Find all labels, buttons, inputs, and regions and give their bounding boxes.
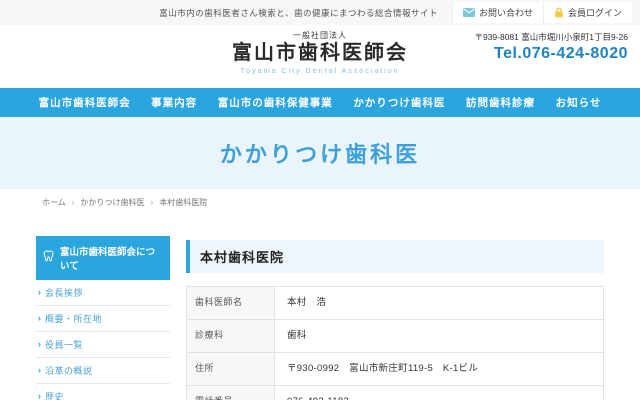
site-header: 一般社団法人 富山市歯科医師会 Toyama City Dental Assoc… xyxy=(0,25,640,88)
table-row: 住所 〒930-0992 富山市新庄町119-5 K-1ビル xyxy=(186,352,604,387)
main-nav: 富山市歯科医師会 事業内容 富山市の歯科保健事業 かかりつけ歯科医 訪問歯科診療… xyxy=(0,88,640,117)
main-panel: 本村歯科医院 歯科医師名 本村 浩 診療科 歯科 住所 〒930-0992 富山… xyxy=(186,236,604,400)
table-row: 電話番号 076-492-1182 xyxy=(186,385,604,400)
table-row: 歯科医師名 本村 浩 xyxy=(186,285,604,321)
chevron-right-icon: › xyxy=(38,287,41,297)
header-phone: Tel.076-424-8020 xyxy=(493,45,628,62)
mail-icon xyxy=(462,8,475,17)
topbar-buttons: お問い合わせ 会員ログイン xyxy=(451,2,632,23)
breadcrumb-separator: › xyxy=(71,198,75,207)
hero-band: かかりつけ歯科医 xyxy=(0,117,640,189)
sidebar: 富山市歯科医師会について › 会長挨拶 › 概要・所在地 › 役員一覧 › 沿革… xyxy=(36,236,170,400)
row-label-phone: 電話番号 xyxy=(186,385,275,400)
nav-item-family-dentist[interactable]: かかりつけ歯科医 xyxy=(353,95,445,110)
org-type: 一般社団法人 xyxy=(293,31,347,40)
breadcrumb: ホーム › かかりつけ歯科医 › 本村歯科医院 xyxy=(0,189,640,208)
breadcrumb-family-dentist[interactable]: かかりつけ歯科医 xyxy=(80,197,144,208)
breadcrumb-separator: › xyxy=(150,198,154,207)
site-tagline: 富山市内の歯科医者さん検索と、歯の健康にまつわる総合情報サイト xyxy=(159,7,438,18)
sidebar-header-label: 富山市歯科医師会について xyxy=(60,247,156,272)
nav-item-visiting-care[interactable]: 訪問歯科診療 xyxy=(466,95,535,110)
breadcrumb-current: 本村歯科医院 xyxy=(159,198,208,207)
breadcrumb-home[interactable]: ホーム xyxy=(42,197,66,208)
nav-item-health-programs[interactable]: 富山市の歯科保健事業 xyxy=(218,95,333,110)
chevron-right-icon: › xyxy=(38,365,41,375)
clinic-name-heading: 本村歯科医院 xyxy=(186,240,604,273)
contact-button[interactable]: お問い合わせ xyxy=(451,2,543,23)
row-label-address: 住所 xyxy=(186,352,275,387)
content-area: 富山市歯科医師会について › 会長挨拶 › 概要・所在地 › 役員一覧 › 沿革… xyxy=(0,236,640,400)
sidebar-item-label: 沿革の概説 xyxy=(45,366,93,376)
nav-item-business[interactable]: 事業内容 xyxy=(151,95,197,110)
row-label-dentist-name: 歯科医師名 xyxy=(186,285,275,321)
clinic-detail-table: 歯科医師名 本村 浩 診療科 歯科 住所 〒930-0992 富山市新庄町119… xyxy=(186,285,604,400)
sidebar-header-about[interactable]: 富山市歯科医師会について xyxy=(36,236,170,280)
row-value-dentist-name: 本村 浩 xyxy=(274,285,604,321)
top-utility-bar: 富山市内の歯科医者さん検索と、歯の健康にまつわる総合情報サイト お問い合わせ 会… xyxy=(0,0,640,25)
sidebar-item-greeting[interactable]: › 会長挨拶 xyxy=(36,280,170,306)
header-contact-info: 〒939-8081 富山市堀川小泉町1丁目9-26 Tel.076-424-80… xyxy=(474,31,628,63)
contact-button-label: お問い合わせ xyxy=(478,8,533,18)
sidebar-item-label: 歴史 xyxy=(45,392,65,400)
lock-icon xyxy=(554,7,564,18)
org-name-english: Toyama City Dental Association xyxy=(240,66,400,75)
row-value-department: 歯科 xyxy=(274,319,604,354)
chevron-right-icon: › xyxy=(38,339,41,349)
row-value-address: 〒930-0992 富山市新庄町119-5 K-1ビル xyxy=(274,352,604,387)
sidebar-item-history-outline[interactable]: › 沿革の概説 xyxy=(36,358,170,384)
chevron-right-icon: › xyxy=(38,313,41,323)
page-title: かかりつけ歯科医 xyxy=(219,142,421,167)
sidebar-item-label: 会長挨拶 xyxy=(45,288,84,298)
org-name: 富山市歯科医師会 xyxy=(232,42,408,64)
sidebar-item-overview-location[interactable]: › 概要・所在地 xyxy=(36,306,170,332)
sidebar-item-label: 概要・所在地 xyxy=(45,314,103,324)
nav-item-news[interactable]: お知らせ xyxy=(556,95,602,110)
header-address: 〒939-8081 富山市堀川小泉町1丁目9-26 xyxy=(474,32,628,42)
member-login-button-label: 会員ログイン xyxy=(567,8,622,18)
sidebar-item-officers[interactable]: › 役員一覧 xyxy=(36,332,170,358)
table-row: 診療科 歯科 xyxy=(186,319,604,354)
sidebar-item-history[interactable]: › 歴史 xyxy=(36,384,170,400)
row-value-phone: 076-492-1182 xyxy=(274,385,604,400)
page: 富山市内の歯科医者さん検索と、歯の健康にまつわる総合情報サイト お問い合わせ 会… xyxy=(0,0,640,400)
member-login-button[interactable]: 会員ログイン xyxy=(542,2,632,23)
tooth-icon xyxy=(43,250,55,266)
nav-item-association[interactable]: 富山市歯科医師会 xyxy=(39,95,131,110)
row-label-department: 診療科 xyxy=(186,319,275,354)
sidebar-item-label: 役員一覧 xyxy=(45,340,84,350)
sidebar-menu: › 会長挨拶 › 概要・所在地 › 役員一覧 › 沿革の概説 › 歴史 xyxy=(36,280,170,400)
chevron-right-icon: › xyxy=(38,391,41,400)
site-logo[interactable]: 一般社団法人 富山市歯科医師会 Toyama City Dental Assoc… xyxy=(232,30,408,75)
